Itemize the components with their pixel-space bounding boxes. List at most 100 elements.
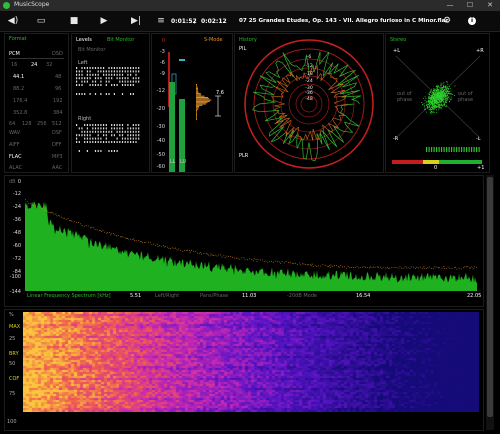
bit-dot [116,127,118,130]
fmt-dsf: DSF [52,130,62,136]
goniometer-point [440,102,442,104]
goniometer-point [433,101,435,103]
goniometer-point [433,88,435,90]
goniometer-point [432,100,433,101]
mode-20db[interactable]: -20dB Mode [287,293,317,299]
bit-dot [84,67,86,69]
bit-dot [119,70,121,73]
goniometer-point [445,85,447,87]
scrollbar-track[interactable] [486,175,494,430]
play-icon[interactable]: ▶ [98,15,110,27]
stereo-panel: Stereo +L +R -R -L out of phase out of p… [385,33,490,173]
rate-192: 192 [53,98,63,104]
bit-dot [92,84,94,86]
goniometer-point [437,102,438,104]
window-title: MusicScope [14,1,50,8]
goniometer-point [430,90,432,92]
goniometer-point [435,98,437,100]
goniometer-point [446,81,447,83]
goniometer-point [436,101,438,103]
goniometer-point [434,95,436,97]
bit-dot [100,130,102,133]
goniometer-point [436,93,438,95]
bit-dot [135,124,137,126]
next-icon[interactable]: ▶| [130,15,142,27]
bit-dot [111,150,113,152]
bit-dot [100,93,102,95]
bit-dot [89,137,91,140]
scrollbar-thumb[interactable] [487,177,493,417]
goniometer-point [429,95,431,97]
stop-icon[interactable]: ■ [68,15,80,27]
bit-dot [138,80,140,83]
goniometer-point [437,90,439,92]
bit-dot [127,137,129,140]
info-icon[interactable]: i [468,17,476,25]
goniometer-point [437,103,439,105]
correlation-bar [458,147,460,152]
bit-dot [116,84,118,86]
bit-dot [105,127,107,130]
sg-label-75: 75 [9,391,16,397]
bit-dot [89,84,91,86]
goniometer-point [424,96,426,98]
sg-label-cof: COF [9,376,20,382]
gear-icon[interactable]: ⚙ [441,15,453,27]
bit-dot [135,70,137,73]
bit-dot [127,70,129,73]
volume-icon[interactable]: ◀) [7,15,19,27]
goniometer-point [440,84,442,85]
mode-pans-phase[interactable]: Pans/Phase [200,293,228,299]
bit-dot [130,73,132,76]
goniometer-point [442,83,444,85]
goniometer-point [433,94,435,96]
mode-left-right[interactable]: Left/Right [155,293,179,299]
goniometer-point [426,101,427,103]
goniometer-point [445,98,446,100]
rate-352-8: 352.8 [13,110,28,116]
correlation-bar [443,147,445,152]
spectrum-ytick: -48 [13,230,21,236]
dsd-64: 64 [9,121,16,127]
bit-dot [135,80,137,83]
bit-dot [132,134,134,137]
goniometer-point [442,100,444,102]
bit-dot [89,67,91,69]
goniometer-point [442,93,444,95]
goniometer-point [444,88,446,90]
bit-dot [89,73,91,76]
bit-dot [103,124,105,126]
folder-icon[interactable]: ▭ [35,15,47,27]
bit-dot [127,124,129,126]
meter-dist-bar [196,119,198,121]
close-button[interactable]: ✕ [480,0,500,11]
goniometer-point [425,102,427,104]
goniometer-point [427,103,429,105]
goniometer-point [431,100,433,102]
meter-dist-bar [196,84,197,85]
bit-dot [130,130,132,133]
bit-dot [100,77,102,80]
goniometer-point [454,95,455,96]
bit-dot [81,70,83,73]
goniometer-point [446,86,448,88]
app-logo-icon [3,2,10,9]
bit-dot [92,73,94,76]
goniometer-point [433,107,435,109]
list-icon[interactable]: ≡ [155,15,167,27]
minimize-button[interactable]: — [440,0,460,11]
meter-dist-bar [196,106,200,108]
spectrum-ytick: -144 [10,289,21,295]
meter-r-label: LU [180,159,187,165]
bit-dot [86,80,88,83]
bit-dot [76,124,78,126]
bit-dot [127,80,129,83]
bit-dot [105,70,107,73]
ring-label: -48 [305,96,313,102]
goniometer-point [436,106,438,108]
goniometer-point [438,98,439,100]
title-bar: MusicScope — ☐ ✕ [0,0,500,11]
bit-dot [84,124,86,126]
goniometer-point [447,83,449,85]
maximize-button[interactable]: ☐ [460,0,480,11]
